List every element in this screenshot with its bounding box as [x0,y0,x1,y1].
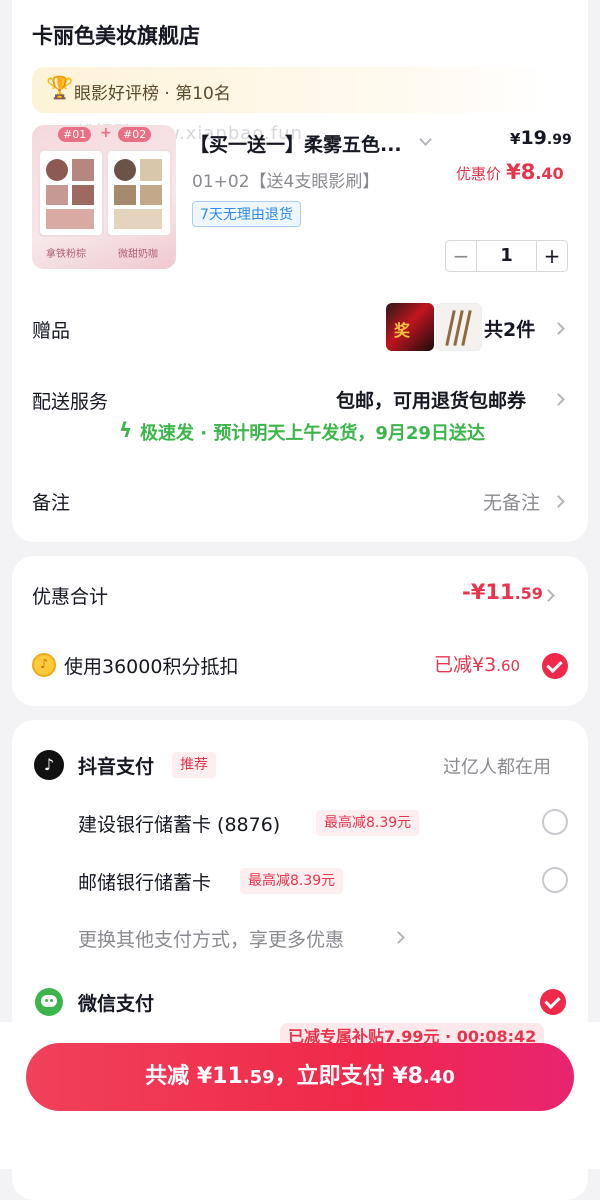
chevron-right-icon[interactable] [552,495,565,508]
chevron-right-icon[interactable] [552,393,565,406]
note-label: 备注 [32,492,71,514]
discount-value-dec: .59 [514,584,543,603]
quantity-plus-button[interactable]: + [536,241,567,271]
price-dec: .99 [546,132,572,148]
price: ¥19.99 [510,127,572,149]
pay-button-prefix: 共减 ¥11 [145,1064,243,1089]
product-title[interactable]: 【买一送一】柔雾五色... [190,130,402,157]
douyin-pay-label[interactable]: 抖音支付 [78,752,154,779]
gift-count[interactable]: 共2件 [484,315,535,342]
order-card: 卡丽色美妆旗舰店 🏆 眼影好评榜 · 第10名 线报酷-new.xianbao.… [12,0,588,542]
quantity-stepper: − 1 + [445,240,568,272]
tiktok-icon: ♪ [34,750,64,780]
gift-image-1[interactable]: 奖 [386,303,434,351]
points-reduced-main: 已减¥3 [434,654,497,676]
promo-label: 优惠价 [456,165,502,183]
bank1-discount-tag: 最高减8.39元 [316,810,420,836]
pay-button[interactable]: 共减 ¥11.59，立即支付 ¥8.40 [26,1043,574,1111]
discount-label: 优惠合计 [32,586,109,608]
bank2-radio[interactable] [542,867,568,893]
chevron-right-icon[interactable] [552,322,565,335]
discount-value-main: -¥11 [462,580,515,604]
promo-price-dec: .40 [535,164,564,183]
more-payment-link[interactable]: 更换其他支付方式，享更多优惠 [78,925,344,952]
promo-price: 优惠价 ¥8.40 [456,160,564,184]
price-int: 19 [520,127,547,149]
points-label: 使用36000积分抵扣 [64,656,239,678]
bank1-radio[interactable] [542,809,568,835]
recommend-tag: 推荐 [172,752,216,778]
bank2-label[interactable]: 邮储银行储蓄卡 [78,868,211,895]
points-reduced: 已减¥3.60 [434,650,520,677]
quantity-minus-button[interactable]: − [446,241,477,271]
lightning-icon: ϟ [119,418,133,442]
thumb-caption-2: 微甜奶咖 [118,249,158,260]
pay-button-prefix-dec: .59 [242,1067,275,1088]
delivery-label: 配送服务 [32,391,109,413]
promo-price-int: ¥8 [506,160,536,184]
thumb-badge-02: #02 [118,127,152,142]
points-reduced-dec: .60 [496,657,521,675]
thumb-plus: + [100,125,112,141]
bank1-label[interactable]: 建设银行储蓄卡 (8876) [78,810,280,837]
thumb-badge-01: #01 [58,127,92,142]
return-tag: 7天无理由退货 [192,201,301,227]
douyin-pay-hint: 过亿人都在用 [443,757,551,778]
discount-value[interactable]: -¥11.59 [462,580,543,604]
delivery-speed: 极速发 · 预计明天上午发货，9月29日送达 [140,423,485,444]
chevron-right-icon[interactable] [392,931,405,944]
gift-image-2[interactable] [436,303,482,351]
discount-card: 优惠合计 -¥11.59 ♪ 使用36000积分抵扣 已减¥3.60 [12,556,588,706]
wechat-radio[interactable] [540,989,566,1015]
wechat-icon [35,988,63,1016]
chevron-down-icon[interactable] [419,133,432,146]
coin-icon: ♪ [32,653,56,677]
bank2-discount-tag: 最高减8.39元 [240,868,344,894]
wechat-pay-label[interactable]: 微信支付 [78,989,154,1016]
gift-label: 赠品 [32,320,71,342]
delivery-value[interactable]: 包邮，可用退货包邮券 [336,386,526,413]
gift-image-text: 奖 [394,321,411,340]
note-value[interactable]: 无备注 [483,488,540,515]
points-checkbox[interactable] [542,653,568,679]
palette-1 [40,151,102,235]
trophy-icon: 🏆 [46,76,74,101]
palette-2 [108,151,170,235]
rank-text: 眼影好评榜 · 第10名 [74,84,231,104]
price-symbol: ¥ [510,130,521,148]
product-spec[interactable]: 01+02【送4支眼影刷】 [192,167,379,192]
shop-name[interactable]: 卡丽色美妆旗舰店 [32,20,200,50]
rank-banner[interactable]: 🏆 眼影好评榜 · 第10名 [32,67,552,113]
quantity-value[interactable]: 1 [477,241,536,271]
pay-button-mid: ，立即支付 ¥8 [274,1064,423,1089]
pay-button-dec: .40 [422,1067,455,1088]
chevron-right-icon[interactable] [542,589,555,602]
thumb-caption-1: 拿铁粉棕 [46,249,86,260]
product-image[interactable]: #01 + #02 拿铁粉棕 微甜奶咖 [32,125,176,269]
